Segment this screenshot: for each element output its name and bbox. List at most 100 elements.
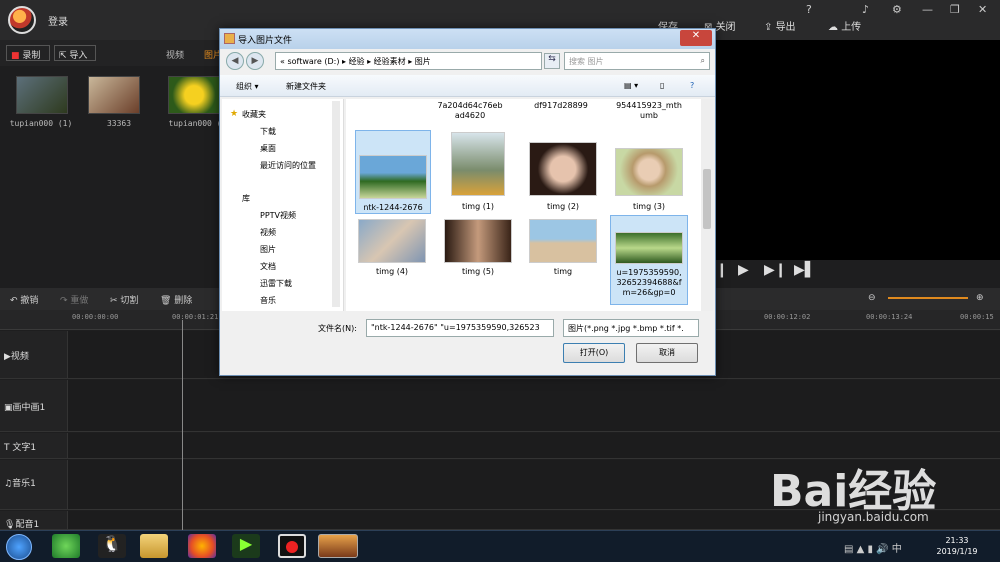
- restore-icon[interactable]: ❐: [950, 3, 960, 16]
- nav-favorites[interactable]: 收藏夹: [242, 109, 266, 120]
- zoom-out-icon[interactable]: ⊖: [868, 293, 876, 303]
- media-thumb[interactable]: [168, 76, 220, 114]
- nav-music[interactable]: 音乐: [260, 295, 276, 306]
- forward-icon[interactable]: ▶: [246, 52, 264, 70]
- gear-icon[interactable]: ⚙: [892, 3, 902, 16]
- refresh-icon[interactable]: ⇆: [544, 53, 560, 69]
- file-item[interactable]: timg (2): [526, 130, 602, 214]
- file-caption: 7a204d64c76eb ad4620: [437, 101, 503, 120]
- playhead[interactable]: [182, 320, 183, 534]
- qq-icon[interactable]: 🐧: [98, 534, 126, 558]
- cancel-button[interactable]: 取消: [636, 343, 698, 363]
- tab-video[interactable]: 视频: [166, 48, 184, 61]
- nav-desktop[interactable]: 桌面: [260, 143, 276, 154]
- preview-pane-icon[interactable]: ▯: [660, 81, 664, 90]
- prev-frame-icon[interactable]: ❙: [716, 262, 728, 278]
- zoom-slider[interactable]: [888, 297, 968, 299]
- recorder-icon[interactable]: [278, 534, 306, 558]
- explorer-icon[interactable]: [140, 534, 168, 558]
- filetype-select[interactable]: 图片(*.png *.jpg *.bmp *.tif *.: [563, 319, 699, 337]
- ruler-tick: 00:00:12:02: [764, 313, 811, 321]
- file-thumb: [529, 142, 597, 196]
- import-button[interactable]: ⇱ 导入: [54, 45, 96, 61]
- file-scrollbar[interactable]: [701, 99, 713, 311]
- nav-pane: ★ 收藏夹 下载 桌面 最近访问的位置 库 PPTV视频 视频 图片 文档 迅雷…: [222, 99, 344, 311]
- record-icon: ■: [11, 51, 20, 61]
- file-item[interactable]: timg (1): [441, 130, 517, 214]
- file-thumb: [451, 132, 505, 196]
- nav-recent[interactable]: 最近访问的位置: [260, 160, 316, 171]
- nav-pptv[interactable]: PPTV视频: [260, 210, 296, 221]
- tray-icons[interactable]: ▤ ▲ ▮ 🔊 中: [844, 540, 902, 555]
- file-item[interactable]: u=1975359590, 32652394688&f m=26&gp=0: [610, 215, 688, 305]
- dialog-close-button[interactable]: ✕: [680, 30, 712, 46]
- help-icon[interactable]: ?: [690, 81, 694, 90]
- media-thumb[interactable]: [88, 76, 140, 114]
- nav-scrollbar[interactable]: [332, 101, 340, 307]
- login-link[interactable]: 登录: [48, 13, 68, 28]
- firefox-icon[interactable]: [188, 534, 216, 558]
- close-app-icon[interactable]: ✕: [978, 3, 987, 16]
- play-icon[interactable]: ▶: [738, 262, 749, 278]
- minimize-icon[interactable]: —: [922, 3, 933, 16]
- end-icon[interactable]: ▶▌: [794, 262, 816, 278]
- track-pip[interactable]: ▣画中画1: [0, 380, 1000, 432]
- new-folder-button[interactable]: 新建文件夹: [286, 81, 326, 92]
- organize-button[interactable]: 组织 ▾: [236, 81, 259, 92]
- export-button[interactable]: ⇪ 导出: [764, 18, 796, 33]
- dialog-title: 导入图片文件: [220, 29, 715, 49]
- media-caption: 33363: [106, 119, 132, 128]
- star-icon: ★: [230, 109, 239, 119]
- address-bar[interactable]: « software (D:) ▸ 经验 ▸ 经验素材 ▸ 图片: [275, 52, 542, 70]
- file-item[interactable]: timg (3): [612, 130, 688, 214]
- track-label: ▣画中画1: [4, 403, 46, 413]
- next-frame-icon[interactable]: ▶❙: [764, 262, 787, 278]
- help-icon[interactable]: ?: [806, 3, 812, 16]
- nav-videos[interactable]: 视频: [260, 227, 276, 238]
- video-app-icon[interactable]: ▶: [232, 534, 260, 558]
- back-icon[interactable]: ◀: [226, 52, 244, 70]
- redo-button[interactable]: ↷ 重做: [60, 293, 88, 306]
- search-input[interactable]: 搜索 图片 ⌕: [564, 52, 710, 70]
- start-button[interactable]: [6, 534, 32, 560]
- undo-button[interactable]: ↶ 撤销: [10, 293, 38, 306]
- track-label: ♫音乐1: [4, 479, 36, 489]
- file-item[interactable]: timg (4): [355, 217, 431, 283]
- app-logo: [8, 6, 36, 34]
- clock[interactable]: 21:33 2019/1/19: [928, 535, 986, 557]
- cut-button[interactable]: ✂ 切割: [110, 293, 138, 306]
- app-360-icon[interactable]: [52, 534, 80, 558]
- track-label: ▶视频: [4, 352, 29, 362]
- file-item[interactable]: timg: [526, 217, 602, 283]
- file-caption: timg: [553, 267, 573, 276]
- file-thumb: [359, 155, 427, 199]
- upload-button[interactable]: ☁ 上传: [828, 18, 861, 33]
- zoom-in-icon[interactable]: ⊕: [976, 293, 984, 303]
- record-button[interactable]: ■ 录制: [6, 45, 50, 61]
- bell-icon[interactable]: ♪: [862, 3, 869, 16]
- delete-button[interactable]: 🗑 删除: [160, 293, 192, 306]
- filename-input[interactable]: "ntk-1244-2676" "u=1975359590,326523: [366, 319, 554, 337]
- file-grid: 7a204d64c76eb ad4620 df917d28899 9544159…: [346, 99, 701, 311]
- nav-thunder[interactable]: 迅雷下载: [260, 278, 292, 289]
- file-thumb: [444, 219, 512, 263]
- nav-pictures[interactable]: 图片: [260, 244, 276, 255]
- nav-downloads[interactable]: 下载: [260, 126, 276, 137]
- file-caption: df917d28899: [534, 101, 588, 110]
- preview-panel: [716, 40, 1000, 260]
- view-icon[interactable]: ▤ ▾: [624, 81, 638, 90]
- ruler-tick: 00:00:00:00: [72, 313, 119, 321]
- file-thumb: [615, 148, 683, 196]
- file-item[interactable]: timg (5): [441, 217, 517, 283]
- file-item[interactable]: ntk-1244-2676: [355, 130, 431, 214]
- editor-taskbar-icon[interactable]: [318, 534, 358, 558]
- file-thumb: [615, 232, 683, 264]
- open-button[interactable]: 打开(O): [563, 343, 625, 363]
- file-thumb: [529, 219, 597, 263]
- nav-documents[interactable]: 文档: [260, 261, 276, 272]
- media-thumb[interactable]: [16, 76, 68, 114]
- file-caption: timg (2): [546, 202, 580, 211]
- media-caption: tupian000 (1): [9, 119, 73, 128]
- file-caption: timg (1): [461, 202, 495, 211]
- nav-libraries[interactable]: 库: [242, 193, 250, 204]
